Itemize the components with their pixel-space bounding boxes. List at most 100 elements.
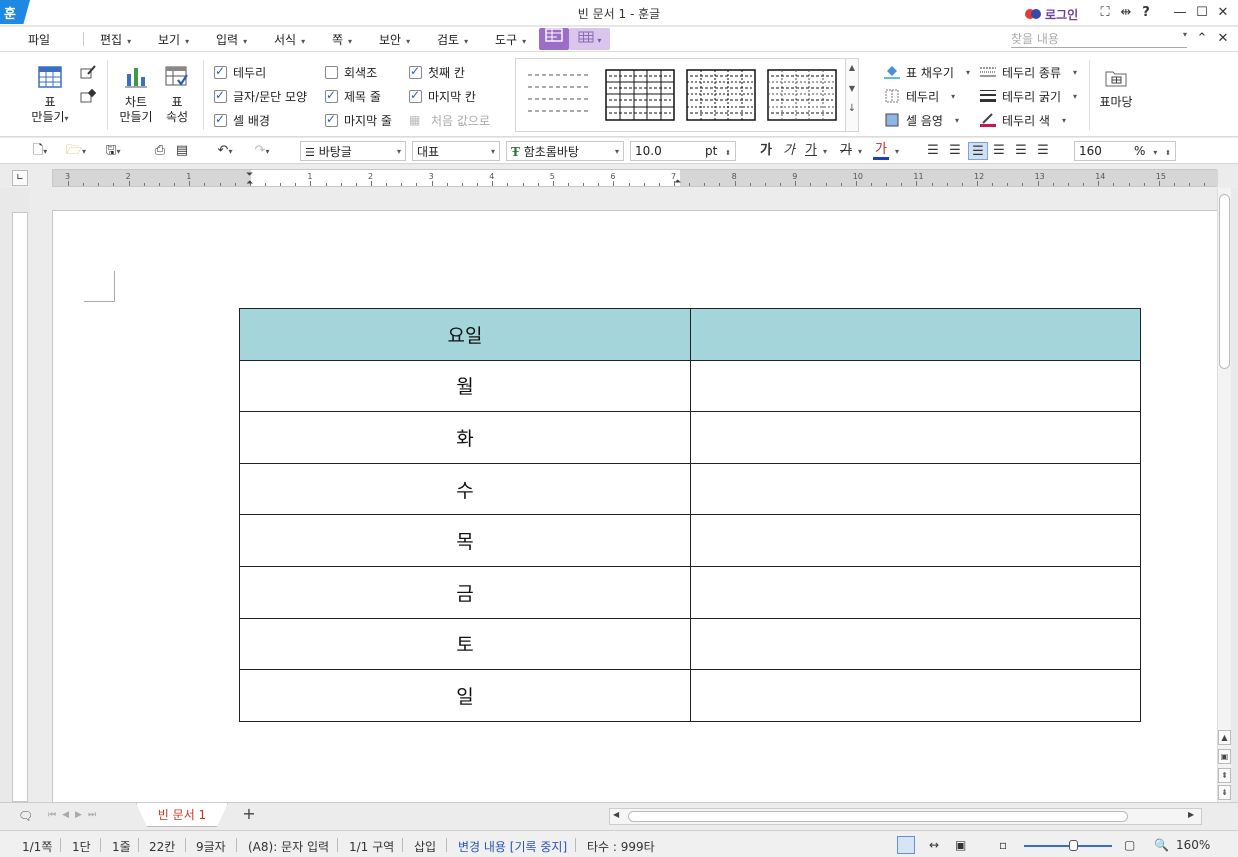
table-style-outline[interactable] [767, 69, 837, 121]
table-cell[interactable]: 목 [239, 514, 691, 567]
table-cell[interactable] [690, 359, 1141, 413]
align-center-icon[interactable]: ☰ [968, 142, 988, 160]
checkbox-char-para[interactable]: 글자/문단 모양 [214, 87, 307, 105]
table-cell[interactable]: 일 [239, 669, 691, 722]
maximize-button[interactable]: ☐ [1193, 4, 1211, 22]
menu-format[interactable]: 서식 ▾ [274, 31, 305, 48]
strike-dropdown-icon[interactable]: ▾ [854, 142, 866, 160]
table-cell[interactable]: 금 [239, 565, 691, 619]
vertical-ruler[interactable] [12, 212, 28, 802]
right-indent-marker-icon[interactable]: ⏶ [674, 177, 681, 187]
italic-button[interactable]: 가 [781, 142, 797, 160]
border-color-button[interactable]: 테두리 색 ▾ [980, 111, 1077, 129]
view-width-icon[interactable]: ↔ [929, 838, 939, 852]
table-cell[interactable]: 요일 [239, 308, 691, 361]
fullscreen-icon[interactable]: ⛶ [1096, 4, 1114, 22]
table-cell[interactable] [690, 308, 1141, 361]
add-tab-button[interactable]: + [236, 804, 262, 824]
tab-table-design[interactable] [539, 28, 569, 50]
table-cell[interactable] [690, 462, 1141, 516]
align-left-icon[interactable]: ☰ [947, 142, 963, 160]
redo-icon[interactable]: ↷▾ [247, 142, 277, 160]
table-style-grid[interactable] [605, 69, 675, 121]
vertical-scrollbar[interactable]: ▲ ▣ ⇞ ⇟ [1217, 188, 1231, 802]
table-cell[interactable]: 수 [239, 462, 691, 516]
menu-tools[interactable]: 도구 ▾ [495, 31, 526, 48]
language-select[interactable]: 대표 ▾ [412, 141, 500, 161]
menu-file[interactable]: 파일 [28, 31, 50, 48]
menu-security[interactable]: 보안 ▾ [379, 31, 410, 48]
status-track-changes[interactable]: 변경 내용 [기록 중지] [458, 838, 567, 855]
checkbox-header-row[interactable]: 제목 줄 [325, 87, 392, 105]
menu-input[interactable]: 입력 ▾ [216, 31, 247, 48]
page-down-icon[interactable]: ⇟ [1218, 785, 1231, 800]
font-select[interactable]: Ŧ 함초롬바탕 ▾ [506, 141, 624, 161]
status-insert-mode[interactable]: 삽입 [414, 838, 436, 855]
bold-button[interactable]: 가 [758, 142, 774, 160]
menu-review[interactable]: 검토 ▾ [437, 31, 468, 48]
underline-button[interactable]: 가 [803, 142, 819, 160]
checkbox-grayscale[interactable]: 회색조 [325, 63, 392, 81]
cell-shade-button[interactable]: 셀 음영 ▾ [884, 111, 970, 129]
checkbox-cell-bg[interactable]: 셀 배경 [214, 111, 307, 129]
border-button[interactable]: 테두리 ▾ [884, 87, 970, 105]
save-icon[interactable]: 🖫▾ [99, 142, 127, 160]
zoom-select[interactable]: 160% ▾ ⬍ [1074, 141, 1176, 161]
table-cell[interactable]: 월 [239, 359, 691, 413]
view-page-icon[interactable] [897, 836, 915, 854]
print-icon[interactable]: ⎙ [150, 142, 170, 160]
checkbox-last-row[interactable]: 마지막 줄 [325, 111, 392, 129]
status-zoom-level[interactable]: 160% [1176, 838, 1210, 852]
table-cell[interactable]: 토 [239, 617, 691, 671]
scroll-right-icon[interactable]: ▶ [1188, 810, 1194, 819]
resize-icon[interactable]: ⇹ [1117, 4, 1135, 22]
gallery-expand-icon[interactable]: ↓ [846, 103, 858, 114]
table-style-dotted[interactable] [686, 69, 756, 121]
help-button[interactable]: ? [1137, 4, 1155, 22]
table-cell[interactable] [690, 669, 1141, 722]
table-margin-button[interactable]: 표마당 [1097, 68, 1135, 110]
gallery-up-icon[interactable]: ▲ [846, 63, 858, 72]
open-folder-icon[interactable]: 🗁▾ [62, 142, 90, 160]
ribbon-collapse-icon[interactable]: ⌃ [1193, 30, 1211, 48]
close-button[interactable]: ✕ [1214, 4, 1232, 22]
gallery-scrollbar[interactable]: ▲ ▼ ↓ [845, 58, 859, 132]
align-justify-icon[interactable]: ☰ [925, 142, 941, 160]
tab-list-icon[interactable]: 🗨 [18, 809, 33, 823]
tab-table-layout[interactable]: ▾ [569, 28, 610, 50]
gallery-down-icon[interactable]: ▼ [846, 84, 858, 93]
search-dropdown-icon[interactable]: ▾ [1183, 30, 1187, 47]
status-page[interactable]: 1/1쪽 [22, 838, 52, 855]
search-field[interactable]: 찾을 내용 ▾ [1011, 30, 1187, 48]
doc-close-icon[interactable]: ✕ [1214, 30, 1232, 48]
table-properties-button[interactable]: 표 속성 [158, 66, 196, 125]
zoom-slider[interactable] [1024, 845, 1112, 847]
menu-page[interactable]: 쪽 ▾ [332, 31, 352, 48]
view-full-icon[interactable]: ▣ [955, 838, 966, 852]
align-split-icon[interactable]: ☰ [1035, 142, 1051, 160]
erase-table-icon[interactable] [80, 88, 97, 104]
zoom-in-icon[interactable]: ▢ [1124, 838, 1135, 852]
table-cell[interactable] [690, 411, 1141, 464]
tab-document[interactable]: 빈 문서 1 [136, 803, 228, 827]
table-fill-button[interactable]: 표 채우기 ▾ [884, 63, 970, 81]
zoom-slider-knob[interactable] [1069, 840, 1078, 851]
horizontal-ruler[interactable]: 3 2 1 1 2 3 4 5 6 7 8 9 10 11 12 13 14 15 ⏷ ⏶ ⏶ [52, 169, 1218, 188]
left-indent-marker-icon[interactable]: ⏶ [246, 178, 253, 188]
style-select[interactable]: ☰ 바탕글 ▾ [300, 141, 406, 161]
vertical-scroll-thumb[interactable] [1219, 194, 1230, 369]
horizontal-scrollbar[interactable]: ◀ ▶ [609, 808, 1202, 825]
font-color-dropdown-icon[interactable]: ▾ [891, 142, 903, 160]
preview-icon[interactable]: ▤ [172, 142, 192, 160]
border-weight-button[interactable]: 테두리 굵기 ▾ [980, 87, 1077, 105]
login-button[interactable]: 로그인 [1025, 5, 1078, 23]
page-up-icon[interactable]: ⇞ [1218, 768, 1231, 783]
checkbox-border[interactable]: 테두리 [214, 63, 307, 81]
font-color-button[interactable]: 가 [873, 142, 889, 160]
table-cell[interactable] [690, 617, 1141, 671]
draw-table-icon[interactable] [80, 64, 96, 80]
new-document-icon[interactable]: 🗋▾ [28, 142, 52, 160]
scroll-left-icon[interactable]: ◀ [613, 810, 619, 819]
table-style-none[interactable] [526, 69, 591, 121]
underline-dropdown-icon[interactable]: ▾ [819, 142, 831, 160]
